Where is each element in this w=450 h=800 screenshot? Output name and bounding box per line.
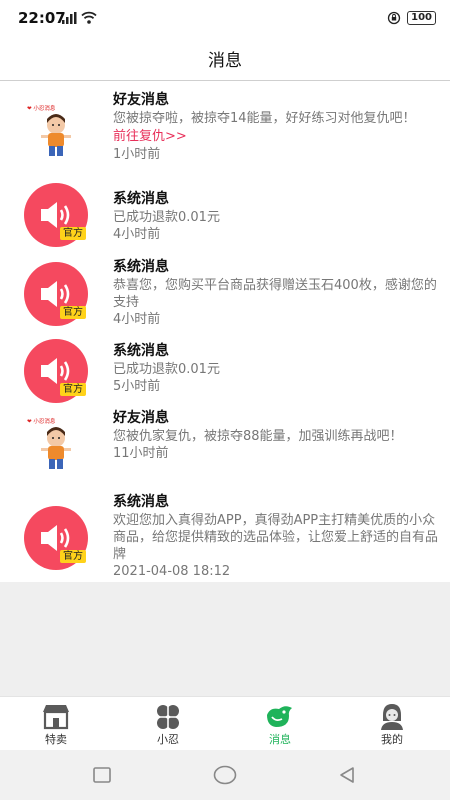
recent-apps-button[interactable] (93, 767, 111, 783)
tab-messages[interactable]: 消息 (224, 697, 336, 751)
system-nav-bar (0, 750, 450, 800)
official-badge: 官方 (60, 227, 86, 240)
message-item-system[interactable]: 官方 系统消息 已成功退款0.01元 5小时前 (0, 331, 450, 403)
speaker-avatar: 官方 (24, 339, 88, 403)
message-title: 系统消息 (113, 191, 169, 207)
shop-icon (43, 705, 69, 730)
character-icon: ❤ 小忍消息 (27, 417, 71, 469)
message-body: 系统消息 恭喜您，您购买平台商品获得赠送玉石400枚，感谢您的支持 4小时前 (113, 258, 438, 329)
svg-text:❤ 小忍消息: ❤ 小忍消息 (27, 104, 56, 112)
message-time: 5小时前 (113, 379, 161, 394)
status-bar: 22:07 100 (0, 0, 450, 36)
message-item-friend[interactable]: ❤ 小忍消息 好友消息 您被仇家复仇，被掠夺88能量，加强训练再战吧！ 11小时… (0, 399, 450, 484)
speaker-avatar: 官方 (24, 262, 88, 326)
message-title: 好友消息 (113, 92, 169, 108)
message-text: 您被仇家复仇，被掠夺88能量，加强训练再战吧！ (113, 429, 403, 444)
message-time: 4小时前 (113, 312, 161, 327)
back-button[interactable] (338, 766, 356, 784)
tab-label: 小忍 (157, 733, 179, 746)
battery-indicator: 100 (407, 11, 436, 25)
official-badge: 官方 (60, 550, 86, 563)
message-item-system[interactable]: 官方 系统消息 欢迎您加入真得劲APP，真得劲APP主打精美优质的小众商品，给您… (0, 484, 450, 582)
speaker-icon (41, 281, 70, 307)
tab-label: 我的 (381, 733, 403, 746)
status-right: 100 (387, 11, 436, 25)
page-title: 消息 (208, 51, 242, 71)
message-list: ❤ 小忍消息 好友消息 您被掠夺啦，被掠夺14能量，好好练习对他复仇吧！ 前往复… (0, 81, 450, 582)
message-body: 好友消息 您被仇家复仇，被掠夺88能量，加强训练再战吧！ 11小时前 (113, 409, 438, 463)
message-time: 2021-04-08 18:12 (113, 564, 231, 579)
message-body: 系统消息 已成功退款0.01元 4小时前 (113, 190, 438, 244)
tab-label: 特卖 (45, 733, 67, 746)
message-text: 已成功退款0.01元 (113, 210, 220, 225)
message-text: 已成功退款0.01元 (113, 362, 220, 377)
rotation-lock-icon (387, 11, 401, 25)
tab-label: 消息 (269, 733, 291, 746)
revenge-link[interactable]: 前往复仇>> (113, 127, 438, 146)
message-avatar: ❤ 小忍消息 (24, 98, 88, 162)
message-title: 系统消息 (113, 259, 169, 275)
message-time: 1小时前 (113, 147, 161, 162)
message-item-system[interactable]: 官方 系统消息 已成功退款0.01元 4小时前 (0, 176, 450, 247)
message-title: 系统消息 (113, 494, 169, 510)
message-item-system[interactable]: 官方 系统消息 恭喜您，您购买平台商品获得赠送玉石400枚，感谢您的支持 4小时… (0, 246, 450, 331)
message-item-friend[interactable]: ❤ 小忍消息 好友消息 您被掠夺啦，被掠夺14能量，好好练习对他复仇吧！ 前往复… (0, 81, 450, 176)
official-badge: 官方 (60, 306, 86, 319)
message-title: 好友消息 (113, 410, 169, 426)
message-avatar: 官方 (24, 183, 88, 247)
empty-area (0, 582, 450, 696)
message-avatar: 官方 (24, 339, 88, 403)
speaker-icon (41, 202, 70, 228)
clover-icon (156, 705, 180, 729)
message-text: 欢迎您加入真得劲APP，真得劲APP主打精美优质的小众商品，给您提供精致的选品体… (113, 513, 439, 562)
message-body: 好友消息 您被掠夺啦，被掠夺14能量，好好练习对他复仇吧！ 前往复仇>> 1小时… (113, 91, 438, 164)
speaker-icon (41, 358, 70, 384)
message-avatar: 官方 (24, 262, 88, 326)
message-avatar: ❤ 小忍消息 (24, 411, 88, 475)
message-body: 系统消息 欢迎您加入真得劲APP，真得劲APP主打精美优质的小众商品，给您提供精… (113, 493, 438, 581)
bottom-tab-bar: 特卖 小忍 消息 我的 (0, 696, 450, 751)
page-header: 消息 (0, 36, 450, 81)
home-button[interactable] (213, 765, 237, 785)
message-text: 恭喜您，您购买平台商品获得赠送玉石400枚，感谢您的支持 (113, 278, 437, 310)
profile-icon (381, 704, 403, 730)
speaker-avatar: 官方 (24, 183, 88, 247)
speaker-icon (41, 525, 70, 551)
tab-sale[interactable]: 特卖 (0, 697, 112, 751)
official-badge: 官方 (60, 383, 86, 396)
svg-text:❤ 小忍消息: ❤ 小忍消息 (27, 417, 56, 425)
message-text: 您被掠夺啦，被掠夺14能量，好好练习对他复仇吧！ (113, 111, 416, 126)
message-title: 系统消息 (113, 343, 169, 359)
tab-xiaoren[interactable]: 小忍 (112, 697, 224, 751)
character-icon: ❤ 小忍消息 (27, 104, 71, 156)
character-avatar: ❤ 小忍消息 (24, 98, 88, 162)
bird-icon (267, 706, 292, 727)
tab-profile[interactable]: 我的 (336, 697, 448, 751)
message-time: 4小时前 (113, 227, 161, 242)
character-avatar: ❤ 小忍消息 (24, 411, 88, 475)
message-time: 11小时前 (113, 446, 169, 461)
signal-icon (62, 12, 77, 24)
status-time: 22:07 (18, 9, 66, 27)
wifi-icon (81, 11, 97, 24)
speaker-avatar: 官方 (24, 506, 88, 570)
message-avatar: 官方 (24, 506, 88, 570)
message-body: 系统消息 已成功退款0.01元 5小时前 (113, 342, 438, 396)
